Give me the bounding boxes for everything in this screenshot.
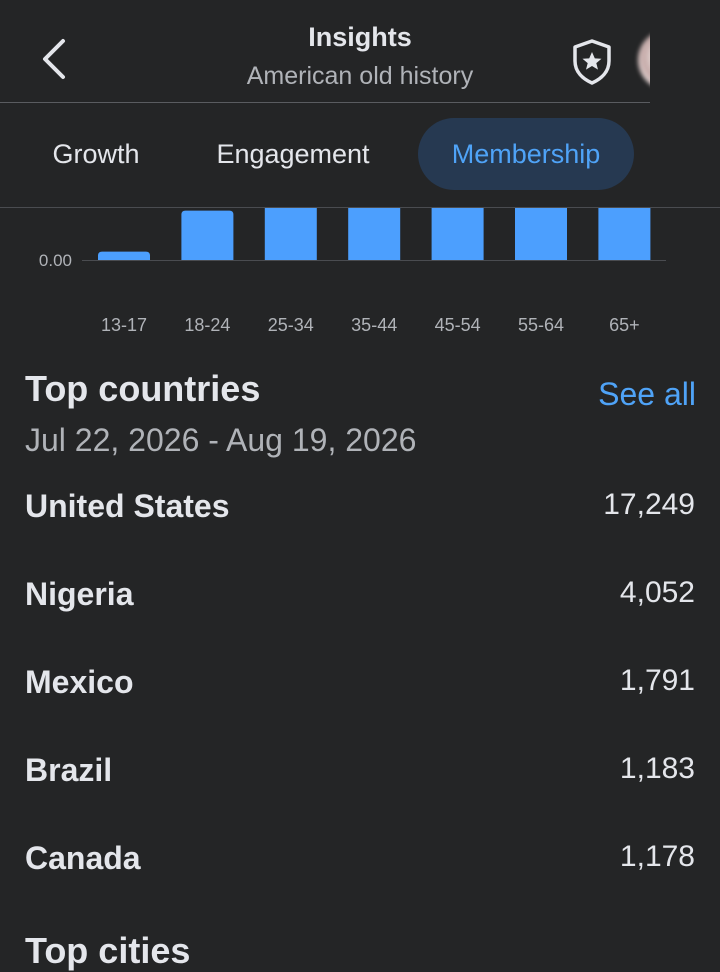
country-value: 1,178 bbox=[619, 840, 695, 873]
header-overlay bbox=[650, 0, 720, 103]
x-tick-label: 13-17 bbox=[101, 315, 147, 335]
section-title: Top countries bbox=[25, 368, 261, 409]
see-all-link[interactable]: See all bbox=[598, 376, 696, 413]
chart-bar-35-44 bbox=[348, 208, 401, 260]
country-name: Nigeria bbox=[25, 576, 134, 612]
list-item[interactable]: Nigeria 4,052 bbox=[0, 576, 720, 636]
next-section-title: Top cities bbox=[25, 930, 191, 971]
x-tick-label: 18-24 bbox=[184, 315, 230, 335]
x-tick-label: 45-54 bbox=[435, 315, 481, 335]
chart-bar-55-64 bbox=[515, 208, 567, 260]
country-name: United States bbox=[25, 488, 230, 524]
country-name: Brazil bbox=[25, 752, 113, 788]
shield-star-icon bbox=[573, 39, 611, 85]
y-tick-label: 0.00 bbox=[39, 251, 72, 270]
x-tick-label: 25-34 bbox=[268, 315, 314, 335]
x-tick-label: 35-44 bbox=[351, 315, 397, 335]
age-bar-chart: 0.00 13-17 18-24 25-34 35-44 45-54 55-64 65+ bbox=[0, 208, 720, 338]
tab-engagement[interactable]: Engagement bbox=[188, 118, 398, 190]
x-tick-label: 65+ bbox=[609, 315, 640, 335]
country-value: 4,052 bbox=[619, 576, 695, 609]
date-range: Jul 22, 2026 - Aug 19, 2026 bbox=[25, 422, 417, 458]
list-item[interactable]: Canada 1,178 bbox=[0, 840, 720, 900]
country-name: Canada bbox=[25, 840, 141, 876]
chart-bar-25-34 bbox=[264, 208, 317, 260]
chart-bar-18-24 bbox=[181, 210, 234, 260]
country-name: Mexico bbox=[25, 664, 134, 700]
list-item[interactable]: Mexico 1,791 bbox=[0, 664, 720, 724]
tab-bar: Growth Engagement Membership bbox=[0, 118, 720, 192]
tab-growth[interactable]: Growth bbox=[22, 118, 170, 190]
chart-bar-65+ bbox=[598, 208, 651, 260]
country-value: 17,249 bbox=[603, 488, 695, 521]
app-header: Insights American old history bbox=[0, 0, 720, 103]
country-value: 1,183 bbox=[619, 752, 695, 785]
list-item[interactable]: United States 17,249 bbox=[0, 488, 720, 548]
x-tick-label: 55-64 bbox=[518, 315, 564, 335]
divider bbox=[0, 102, 650, 103]
chart-bar-13-17 bbox=[98, 251, 150, 260]
country-value: 1,791 bbox=[619, 664, 695, 697]
admin-shield-button[interactable] bbox=[566, 36, 618, 88]
tab-membership[interactable]: Membership bbox=[418, 118, 634, 190]
chart-bar-45-54 bbox=[431, 208, 484, 260]
chart-canvas: 0.00 13-17 18-24 25-34 35-44 45-54 55-64 65+ bbox=[39, 208, 666, 335]
list-item[interactable]: Brazil 1,183 bbox=[0, 752, 720, 812]
